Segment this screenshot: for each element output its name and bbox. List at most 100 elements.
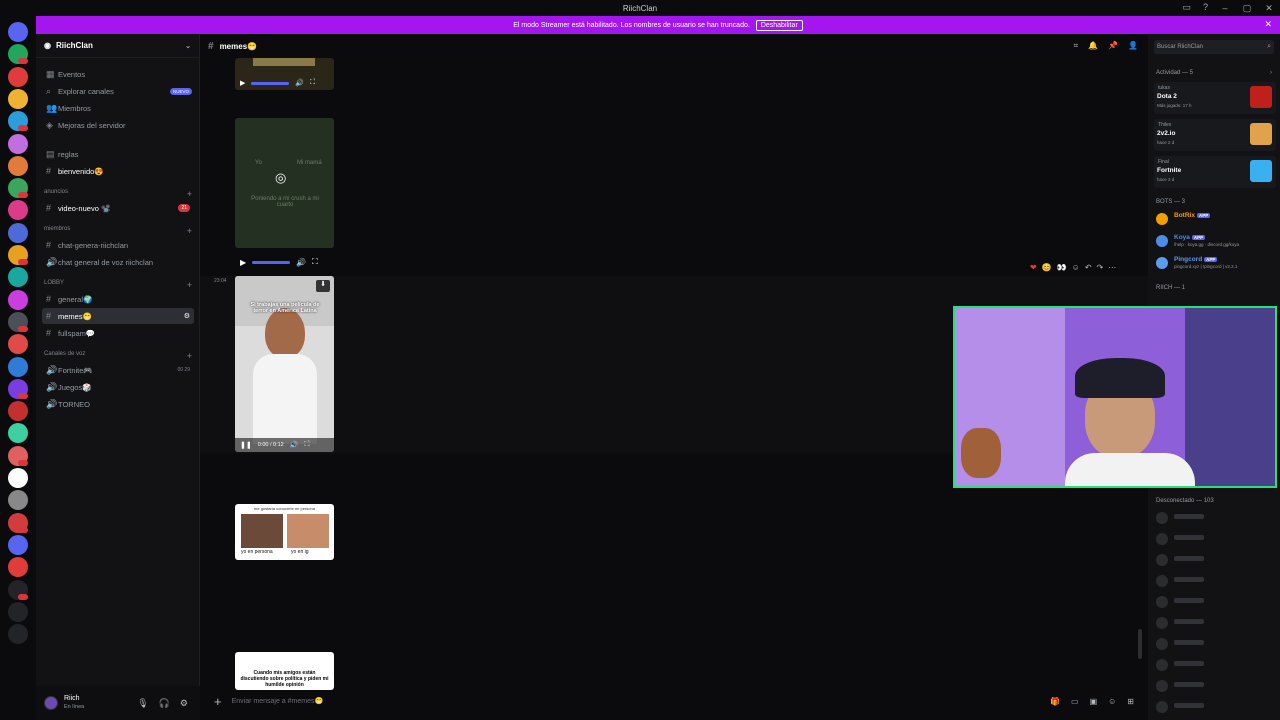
add-channel-icon[interactable]: + bbox=[187, 280, 192, 290]
category-announcements[interactable]: anuncios + bbox=[44, 189, 192, 199]
bot-member[interactable]: Koya APP/help · koya.gg · discord.gg/koya bbox=[1156, 233, 1274, 249]
offline-member[interactable] bbox=[1156, 552, 1274, 568]
sticker-icon[interactable]: ▣ bbox=[1090, 697, 1098, 706]
server-icon[interactable] bbox=[8, 624, 28, 645]
server-icon[interactable] bbox=[8, 155, 28, 176]
channel-fortnite[interactable]: 🔊 Fortnite🎮 00 29 bbox=[42, 362, 194, 378]
fullscreen-icon[interactable]: ⛶ bbox=[304, 441, 309, 449]
server-icon[interactable] bbox=[8, 401, 28, 422]
server-icon[interactable] bbox=[8, 267, 28, 288]
disable-streamer-button[interactable]: Deshabilitar bbox=[755, 19, 803, 31]
offline-member[interactable] bbox=[1156, 657, 1274, 673]
bell-icon[interactable]: 🔔 bbox=[1088, 41, 1098, 51]
gear-icon[interactable]: ⚙ bbox=[180, 698, 188, 709]
server-icon[interactable] bbox=[8, 289, 28, 310]
offline-member[interactable] bbox=[1156, 573, 1274, 589]
pause-icon[interactable]: ❚❚ bbox=[240, 441, 252, 449]
chevron-right-icon[interactable]: › bbox=[1270, 70, 1272, 76]
help-icon[interactable]: ? bbox=[1203, 2, 1208, 13]
heart-reaction-icon[interactable]: ❤ bbox=[1030, 263, 1037, 272]
sidebar-item-members[interactable]: 👥 Miembros bbox=[42, 100, 194, 116]
apps-icon[interactable]: ⊞ bbox=[1127, 697, 1134, 706]
server-icon[interactable] bbox=[8, 534, 28, 555]
add-channel-icon[interactable]: + bbox=[187, 351, 192, 361]
video-attachment[interactable]: Yo Mi mamá ◎ Poniendo a mi crush a mi cu… bbox=[235, 118, 334, 248]
gift-icon[interactable]: 🎁 bbox=[1050, 697, 1060, 706]
activity-card[interactable]: tukas Dota 2 Más jugado: 17 h bbox=[1154, 82, 1276, 114]
channel-memes[interactable]: # memes😁 ⚙ bbox=[42, 308, 194, 324]
forward-icon[interactable]: ↷ bbox=[1097, 263, 1104, 272]
minimize-icon[interactable]: – bbox=[1214, 0, 1236, 16]
sidebar-item-boosts[interactable]: ◈ Mejoras del servidor bbox=[42, 117, 194, 133]
server-icon[interactable] bbox=[8, 222, 28, 243]
server-icon[interactable] bbox=[8, 200, 28, 221]
offline-member[interactable] bbox=[1156, 636, 1274, 652]
scrollbar[interactable] bbox=[1138, 629, 1142, 659]
activity-card[interactable]: Thilex 2v2.io hace 2 d bbox=[1154, 119, 1276, 151]
volume-icon[interactable]: 🔊 bbox=[290, 441, 299, 449]
add-reaction-icon[interactable]: ☺ bbox=[1072, 263, 1080, 272]
offline-member[interactable] bbox=[1156, 678, 1274, 694]
channel-welcome[interactable]: # bienvenido😍 bbox=[42, 163, 194, 179]
eyes-reaction-icon[interactable]: 👀 bbox=[1057, 263, 1067, 272]
server-icon[interactable] bbox=[8, 601, 28, 622]
settings-icon[interactable]: ⚙ bbox=[184, 312, 190, 320]
message-input[interactable]: Enviar mensaje a #memes😁 bbox=[232, 697, 324, 705]
user-info[interactable]: Riich En línea bbox=[64, 695, 84, 711]
smile-reaction-icon[interactable]: 😊 bbox=[1042, 263, 1052, 272]
category-voice[interactable]: Canales de voz + bbox=[44, 351, 192, 361]
server-icon[interactable] bbox=[8, 133, 28, 154]
play-icon[interactable]: ▶ bbox=[240, 79, 245, 87]
server-header[interactable]: ◉ RiichClan ⌄ bbox=[36, 34, 199, 58]
avatar[interactable] bbox=[44, 696, 58, 710]
channel-fullspam[interactable]: # fullspam💬 bbox=[42, 325, 194, 341]
channel-general[interactable]: # general🌍 bbox=[42, 291, 194, 307]
close-banner-icon[interactable]: ✕ bbox=[1264, 19, 1272, 30]
server-icon[interactable] bbox=[8, 334, 28, 355]
microphone-icon[interactable]: 🎙 bbox=[137, 698, 148, 709]
activity-card[interactable]: Final Fortnite hace 3 d bbox=[1154, 156, 1276, 188]
sidebar-item-browse-channels[interactable]: ⌕ Explorar canales NUEVO bbox=[42, 83, 194, 99]
member-list-icon[interactable]: 👤 bbox=[1128, 41, 1138, 51]
channel-tournament[interactable]: 🔊 TORNEO bbox=[42, 396, 194, 412]
play-icon[interactable]: ▶ bbox=[240, 258, 246, 267]
server-icon[interactable] bbox=[8, 557, 28, 578]
volume-icon[interactable]: 🔊 bbox=[296, 258, 306, 267]
image-attachment[interactable]: Cuando mis amigos están discutiendo sobr… bbox=[235, 652, 334, 690]
offline-member[interactable] bbox=[1156, 510, 1274, 526]
bot-member[interactable]: BotRix APP bbox=[1156, 211, 1274, 227]
offline-member[interactable] bbox=[1156, 699, 1274, 715]
channel-games[interactable]: 🔊 Juegos🎲 bbox=[42, 379, 194, 395]
search-input[interactable]: Buscar RiichClan ⌕ bbox=[1154, 40, 1274, 54]
offline-member[interactable] bbox=[1156, 531, 1274, 547]
server-icon[interactable] bbox=[8, 423, 28, 444]
add-attachment-icon[interactable]: + bbox=[214, 694, 222, 709]
volume-slider[interactable] bbox=[252, 260, 291, 264]
server-icon[interactable] bbox=[8, 88, 28, 109]
volume-slider[interactable] bbox=[251, 81, 290, 85]
category-members[interactable]: miembros + bbox=[44, 226, 192, 236]
channel-new-video[interactable]: # video-nuevo 📽️ 21 bbox=[42, 200, 194, 216]
emoji-icon[interactable]: ☺ bbox=[1108, 697, 1116, 706]
channel-rules[interactable]: ▤ reglas bbox=[42, 146, 194, 162]
add-channel-icon[interactable]: + bbox=[187, 226, 192, 236]
add-channel-icon[interactable]: + bbox=[187, 189, 192, 199]
server-icon[interactable] bbox=[8, 22, 28, 42]
server-icon[interactable] bbox=[8, 66, 28, 87]
video-attachment[interactable]: ▶ 🔊 ⛶ bbox=[235, 58, 334, 90]
video-attachment[interactable]: Si trabajas una película de terror en Am… bbox=[235, 276, 334, 452]
image-attachment[interactable]: me gustaría conocerte en persona yo en p… bbox=[235, 504, 334, 560]
channel-general-chat[interactable]: # chat-genera-riichclan bbox=[42, 237, 194, 253]
sidebar-item-events[interactable]: ▦ Eventos bbox=[42, 66, 194, 82]
pin-icon[interactable]: 📌 bbox=[1108, 41, 1118, 51]
download-icon[interactable]: ⬇ bbox=[316, 280, 330, 292]
offline-member[interactable] bbox=[1156, 594, 1274, 610]
inbox-icon[interactable]: ▭ bbox=[1182, 2, 1191, 13]
gif-icon[interactable]: ▭ bbox=[1071, 697, 1079, 706]
volume-icon[interactable]: 🔊 bbox=[295, 79, 304, 87]
offline-member[interactable] bbox=[1156, 615, 1274, 631]
category-lobby[interactable]: LOBBY + bbox=[44, 280, 192, 290]
channel-general-voice[interactable]: 🔊 chat general de voz riichclan bbox=[42, 254, 194, 270]
fullscreen-icon[interactable]: ⛶ bbox=[310, 79, 315, 87]
reply-icon[interactable]: ↶ bbox=[1085, 263, 1092, 272]
